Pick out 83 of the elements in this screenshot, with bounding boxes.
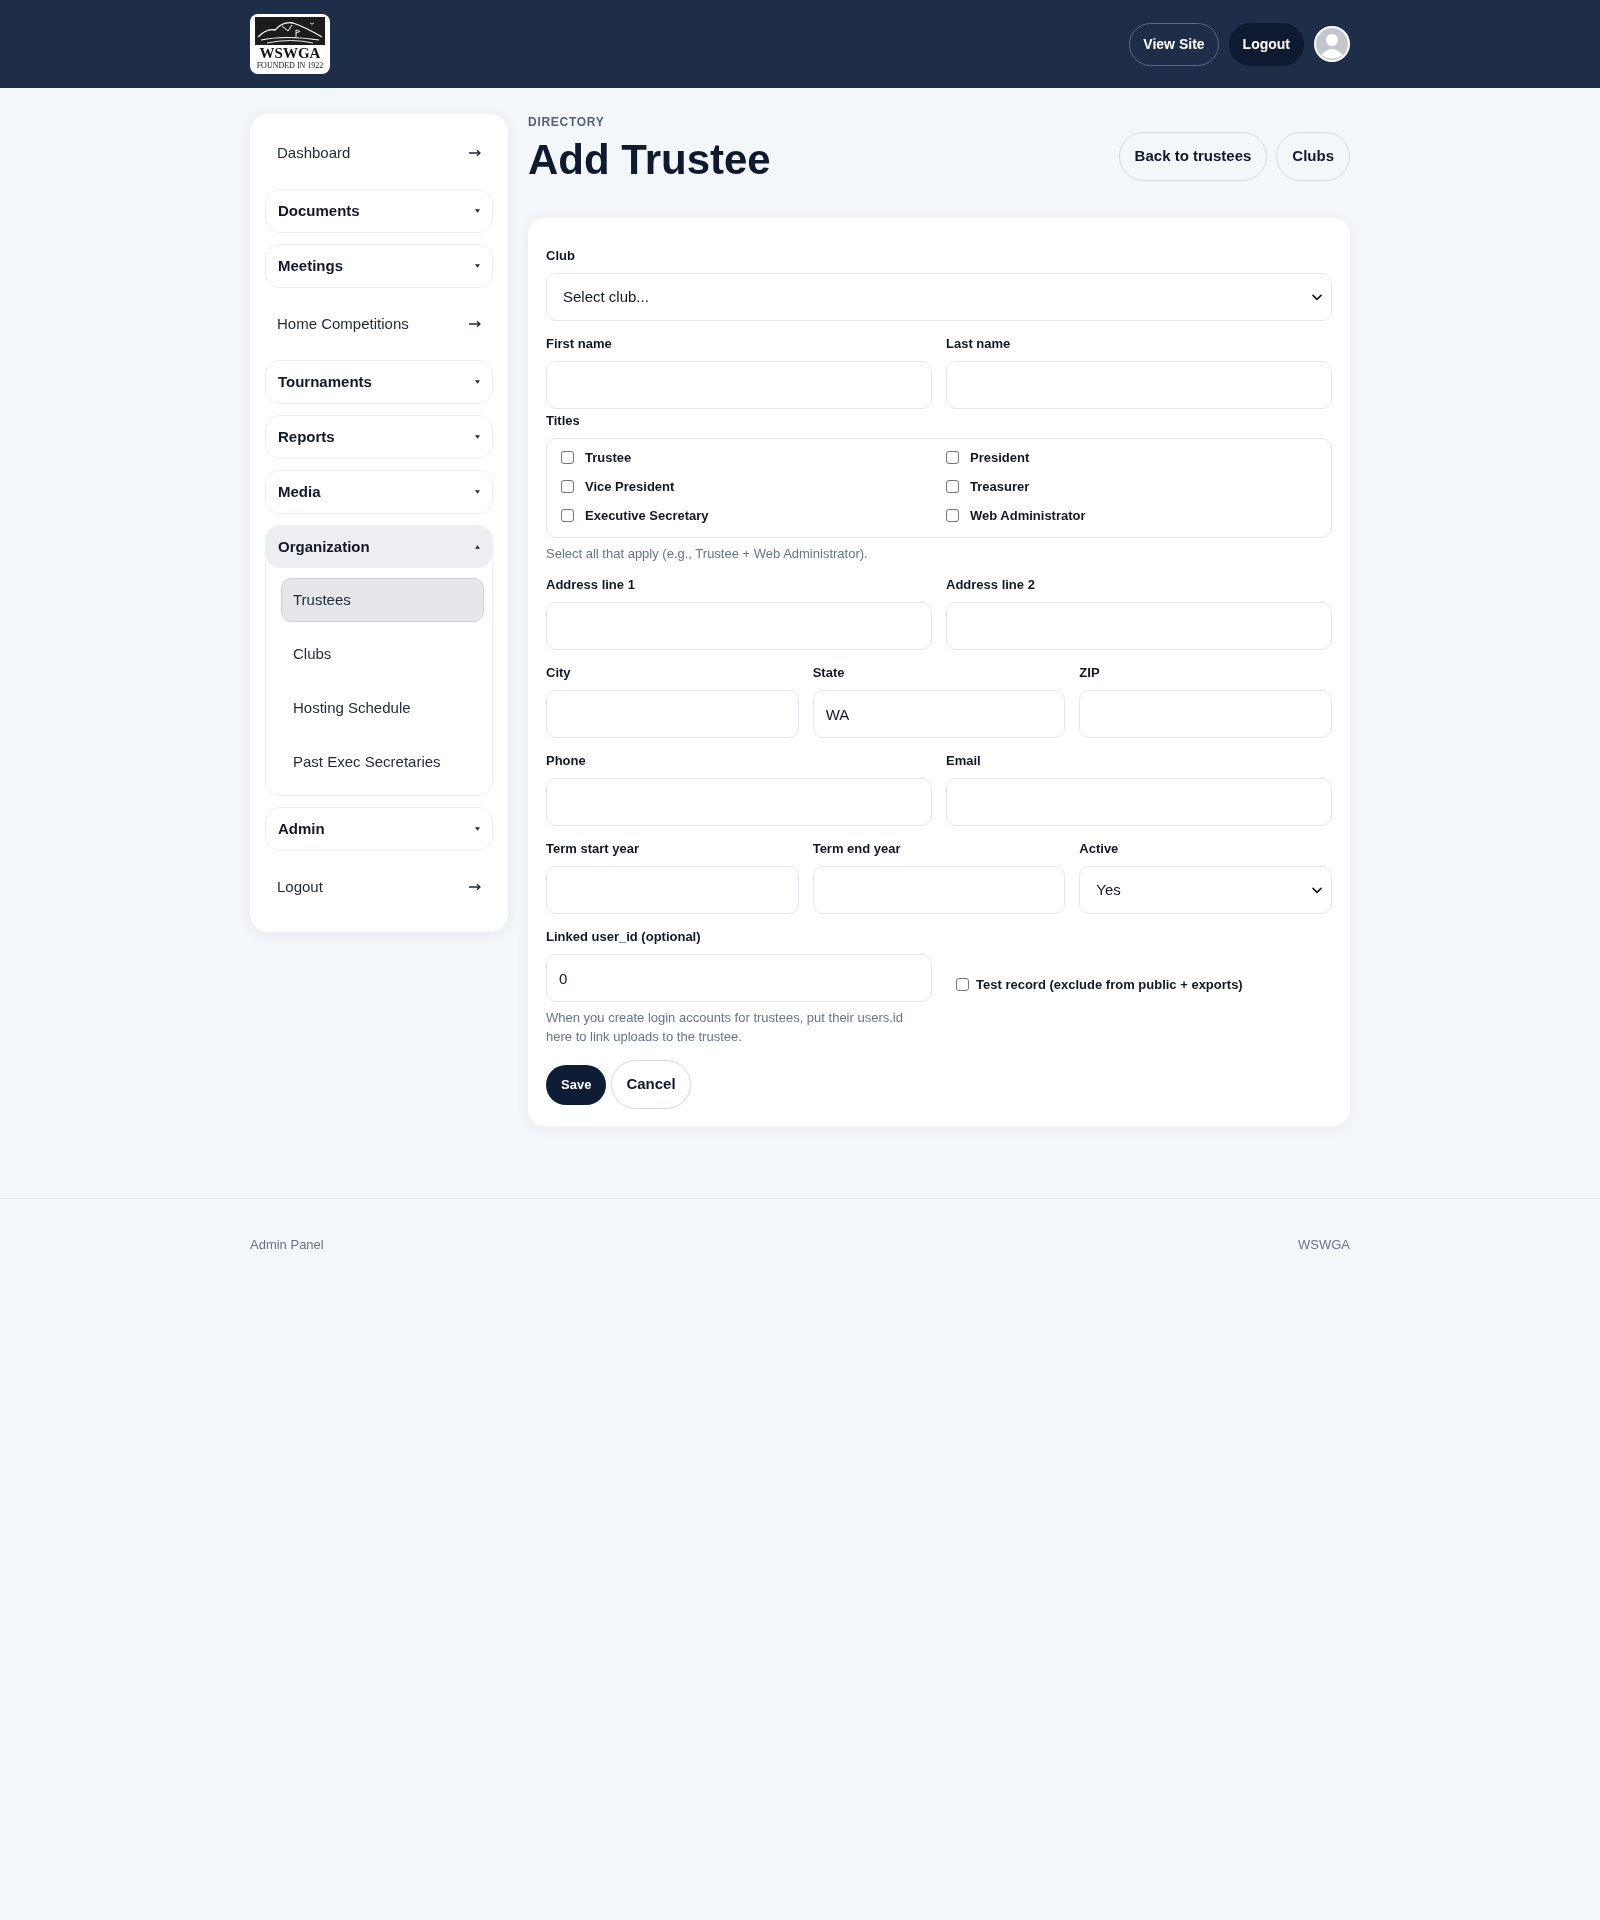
checkbox-label[interactable]: Executive Secretary xyxy=(585,505,709,526)
nav-group-toggle[interactable]: Organization xyxy=(266,526,492,568)
nav-group-toggle[interactable]: Admin xyxy=(265,807,493,851)
caret-down-icon xyxy=(475,380,480,384)
checkbox[interactable] xyxy=(946,480,959,493)
select-field[interactable]: Select club... xyxy=(546,273,1332,321)
input-field[interactable] xyxy=(1079,690,1332,738)
input-field[interactable] xyxy=(546,361,932,409)
checkbox[interactable] xyxy=(561,451,574,464)
input-field[interactable] xyxy=(546,778,932,826)
field-label: Address line 2 xyxy=(946,576,1036,594)
chevron-down-icon xyxy=(1312,293,1322,301)
checkbox[interactable] xyxy=(946,509,959,522)
input-field[interactable] xyxy=(946,778,1332,826)
field-label: Email xyxy=(946,752,982,770)
input-field[interactable] xyxy=(546,602,932,650)
caret-down-icon xyxy=(475,209,480,213)
field-label: Titles xyxy=(546,412,581,430)
nav-group-toggle[interactable]: Meetings xyxy=(265,244,493,288)
footer-text: Admin Panel xyxy=(250,1236,324,1254)
field-label: Address line 1 xyxy=(546,576,636,594)
nav-group-toggle[interactable]: Reports xyxy=(265,415,493,459)
field-label: First name xyxy=(546,335,613,353)
field-label: Linked user_id (optional) xyxy=(546,928,702,946)
page-eyebrow: DIRECTORY xyxy=(528,114,606,130)
select-field[interactable]: Yes xyxy=(1079,866,1332,914)
input-field[interactable]: WA xyxy=(812,690,1066,738)
checkbox-label[interactable]: Treasurer xyxy=(970,476,1030,497)
input-field[interactable] xyxy=(946,602,1332,650)
checkbox-label[interactable]: Trustee xyxy=(585,447,632,468)
input-field[interactable] xyxy=(546,690,799,738)
footer-text: WSWGA xyxy=(1298,1236,1350,1254)
checkbox[interactable] xyxy=(946,451,959,464)
nav-link[interactable]: Dashboard xyxy=(265,128,493,178)
field-label: Term start year xyxy=(546,840,640,858)
caret-down-icon xyxy=(475,490,480,494)
page-title: Add Trustee xyxy=(528,135,771,185)
logo-badge[interactable]: WSWGA FOUNDED IN 1922 xyxy=(250,14,330,74)
arrow-right-icon xyxy=(469,883,481,891)
arrow-right-icon xyxy=(469,320,481,328)
nav-sublink[interactable]: Hosting Schedule xyxy=(281,686,484,730)
field-label: Club xyxy=(546,247,576,265)
chevron-down-icon xyxy=(1312,886,1322,894)
header-button[interactable]: Logout xyxy=(1228,22,1304,66)
form-button[interactable]: Cancel xyxy=(611,1060,691,1109)
logo-wordmark: WSWGA xyxy=(259,46,321,61)
nav-group-toggle[interactable]: Media xyxy=(265,470,493,514)
caret-down-icon xyxy=(475,435,480,439)
nav-link[interactable]: Home Competitions xyxy=(265,299,493,349)
mountain-logo-icon xyxy=(255,17,325,45)
field-label: Phone xyxy=(546,752,587,770)
arrow-right-icon xyxy=(469,149,481,157)
input-field[interactable] xyxy=(812,866,1066,914)
caret-down-icon xyxy=(475,827,480,831)
field-hint: When you create login accounts for trustees, put their users.id here to link uploads to the trustee. xyxy=(546,1009,904,1046)
field-hint: Select all that apply (e.g., Trustee + Web Administrator). xyxy=(546,545,869,562)
checkbox-label[interactable]: Test record (exclude from public + exports) xyxy=(976,975,1243,995)
input-field[interactable] xyxy=(946,361,1332,409)
input-field[interactable] xyxy=(546,866,799,914)
checkbox-label[interactable]: President xyxy=(970,447,1030,468)
form-button[interactable]: Save xyxy=(546,1064,607,1105)
field-label: Last name xyxy=(946,335,1012,353)
nav-group-toggle[interactable]: Documents xyxy=(265,189,493,233)
input-field[interactable]: 0 xyxy=(546,954,932,1002)
nav-sublink[interactable]: Trustees xyxy=(281,578,484,622)
nav-link[interactable]: Logout xyxy=(265,862,493,912)
field-label: City xyxy=(546,664,572,682)
field-label: Term end year xyxy=(812,840,902,858)
nav-sublink[interactable]: Clubs xyxy=(281,632,484,676)
checkbox-label[interactable]: Web Administrator xyxy=(970,505,1086,526)
caret-up-icon xyxy=(475,545,480,549)
field-label: Active xyxy=(1079,840,1120,858)
nav-group-toggle[interactable]: Tournaments xyxy=(265,360,493,404)
checkbox[interactable] xyxy=(561,480,574,493)
checkbox-label[interactable]: Vice President xyxy=(585,476,675,497)
caret-down-icon xyxy=(475,264,480,268)
field-label: ZIP xyxy=(1079,664,1101,682)
avatar-icon[interactable] xyxy=(1314,26,1350,62)
logo-tagline: FOUNDED IN 1922 xyxy=(256,61,324,70)
checkbox[interactable] xyxy=(561,509,574,522)
field-label: State xyxy=(812,664,846,682)
checkbox[interactable] xyxy=(956,978,969,992)
nav-sublink[interactable]: Past Exec Secretaries xyxy=(281,740,484,784)
